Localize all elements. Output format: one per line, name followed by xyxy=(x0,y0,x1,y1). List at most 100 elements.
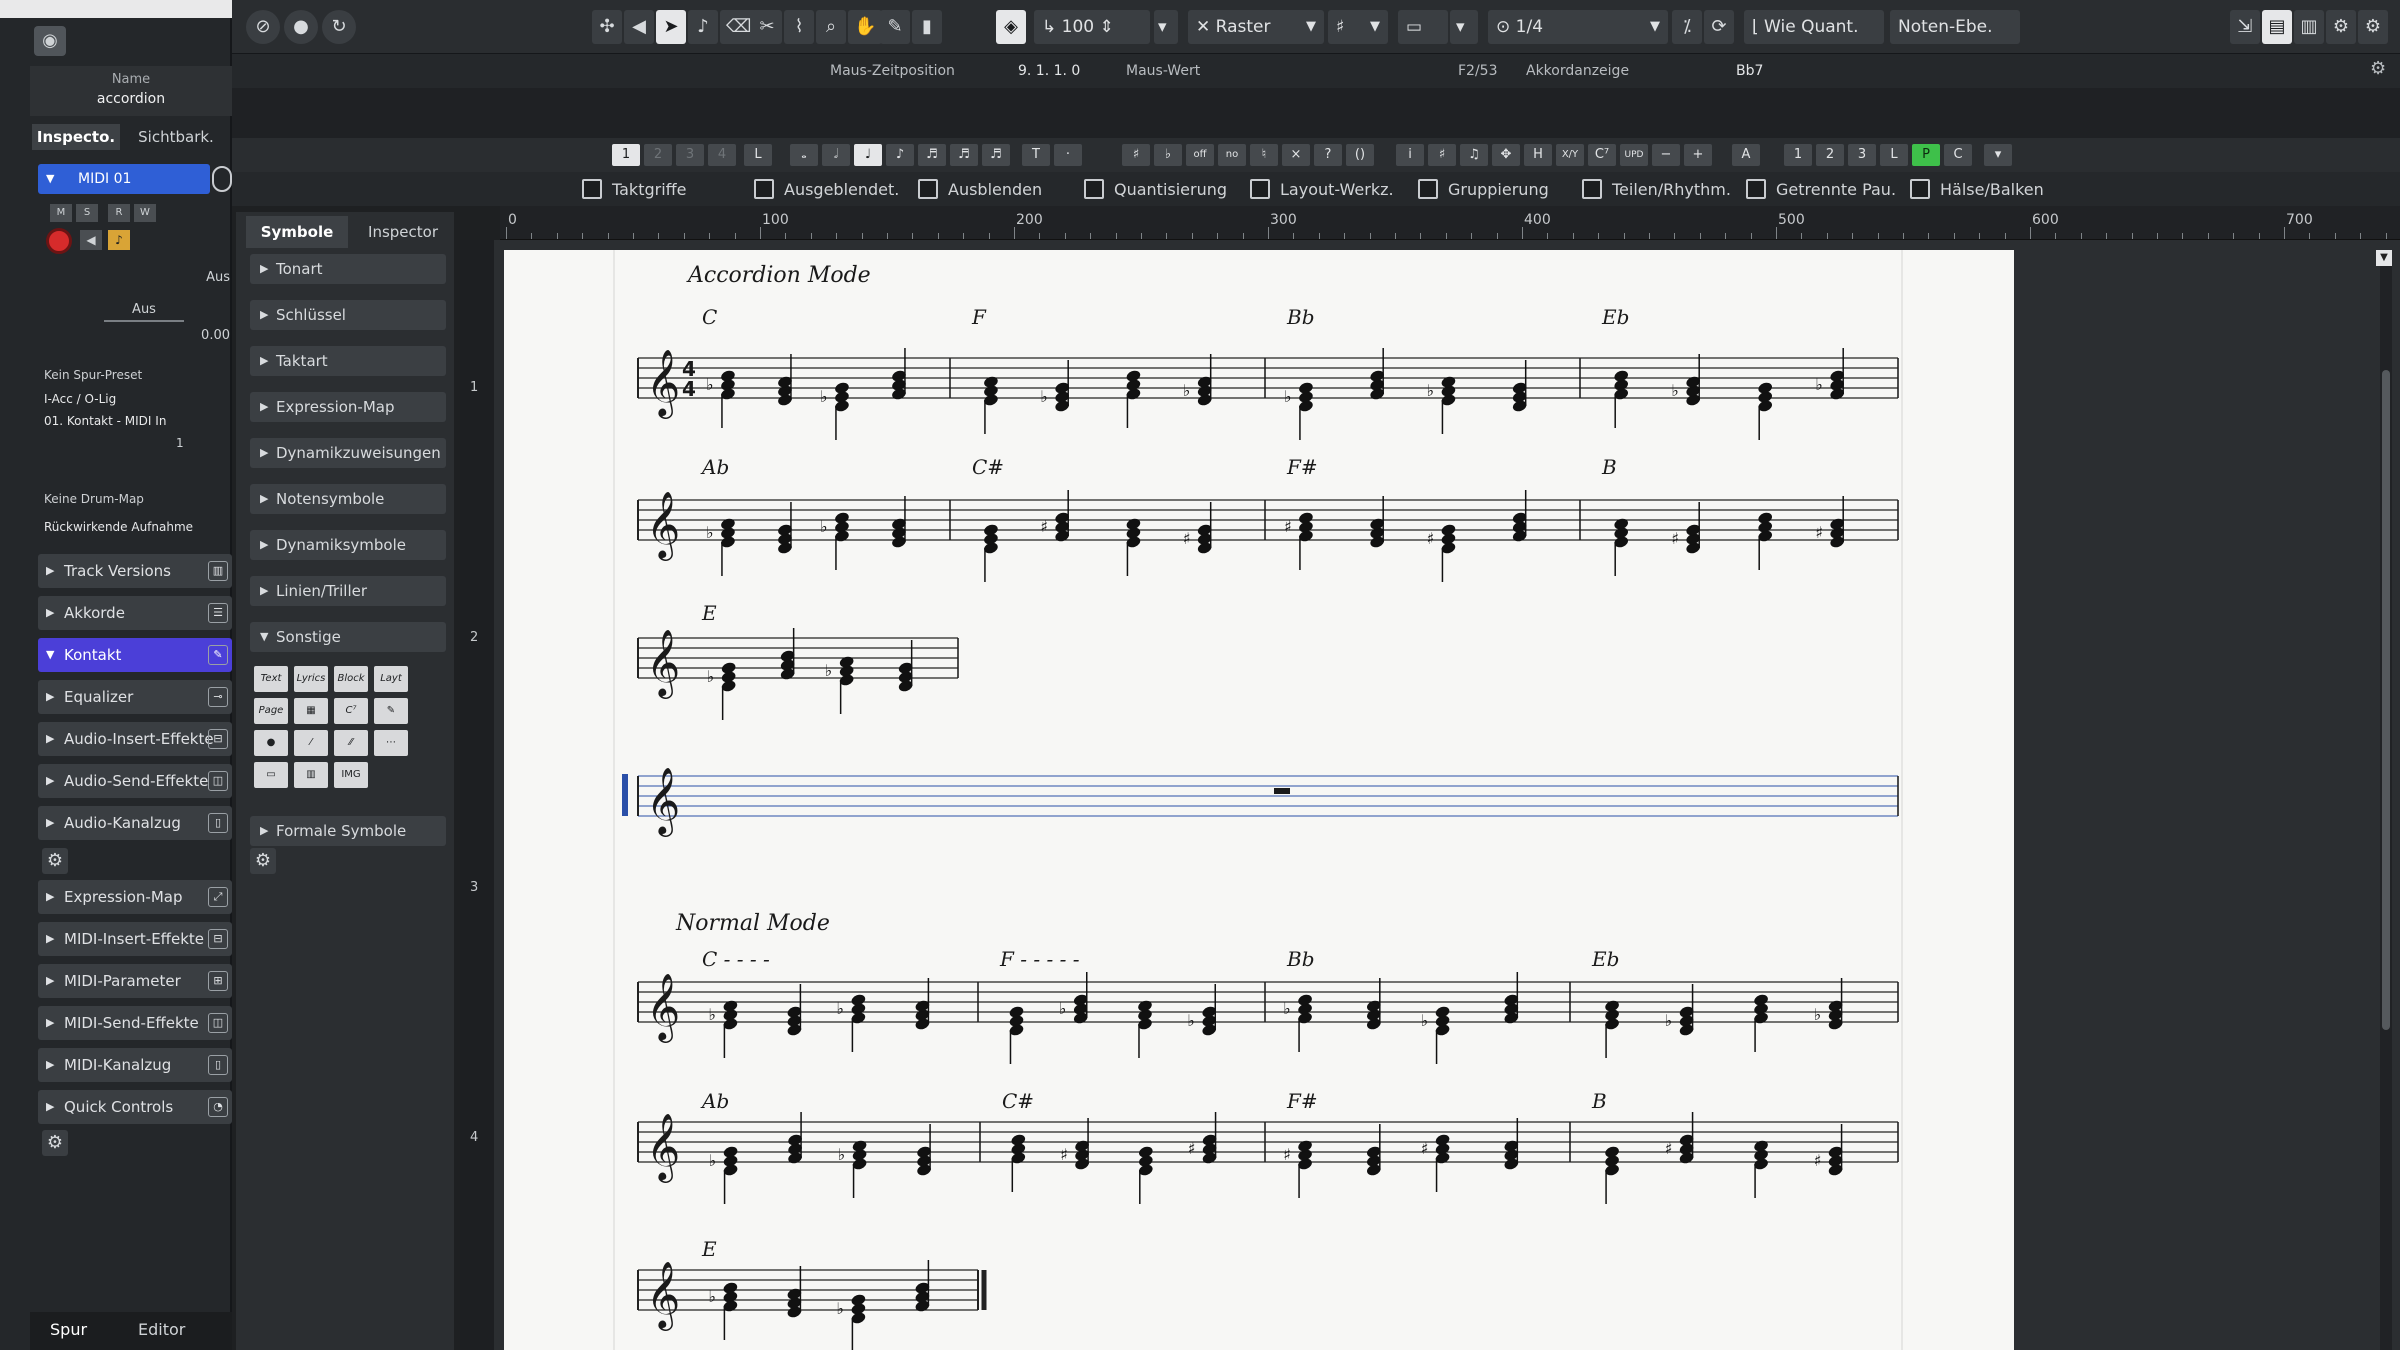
chord-symbol[interactable]: E xyxy=(701,601,717,625)
acoustic-feedback-icon[interactable]: ◀ xyxy=(624,10,654,44)
group-icon[interactable]: ♫ xyxy=(1460,144,1488,166)
page-voice-3[interactable]: 3 xyxy=(1848,144,1876,166)
edit-icon[interactable] xyxy=(212,166,232,192)
quick-controls-gear[interactable]: ⚙ xyxy=(42,1130,68,1156)
chord-note[interactable]: ♭ xyxy=(825,655,855,714)
filter-layout-werkz-[interactable]: Layout-Werkz. xyxy=(1250,179,1394,199)
chord-note[interactable]: ♭ xyxy=(1183,354,1213,407)
expand-icon[interactable]: ▶ xyxy=(46,1048,54,1082)
symbol-section-sonstige[interactable]: ▼ Sonstige xyxy=(250,622,446,652)
voice-2-button[interactable]: 2 xyxy=(644,144,672,166)
chord-note[interactable] xyxy=(1613,517,1630,576)
inspector-settings-gear[interactable]: ⚙ xyxy=(42,848,68,874)
expand-icon[interactable]: ▶ xyxy=(46,880,54,914)
display-menu[interactable]: ▾ xyxy=(1450,10,1478,44)
expand-icon[interactable]: ▶ xyxy=(260,530,268,560)
staff-system-2[interactable]: 𝄞 Ab C# F# B ♭ ♭ ♯ ♯ ♯ ♯ ♯ ♯ xyxy=(637,455,1899,582)
hide-icon[interactable]: H xyxy=(1524,144,1552,166)
expand-icon[interactable]: ▶ xyxy=(46,964,54,998)
filter-checkbox[interactable] xyxy=(1418,179,1438,199)
quantize-settings-icon[interactable]: ⁒ xyxy=(1672,10,1702,44)
chord-symbol[interactable]: Bb xyxy=(1286,947,1315,971)
filter-checkbox[interactable] xyxy=(754,179,774,199)
chord-note[interactable] xyxy=(891,496,908,549)
staff-system-1[interactable]: 𝄞 44C F Bb Eb♭♭ ♭ ♭ ♭ ♭ ♭ ♭ xyxy=(637,305,1899,440)
expand-icon[interactable]: ▶ xyxy=(260,300,268,330)
chord-note[interactable]: ♯ xyxy=(1283,1139,1313,1198)
solo-button[interactable]: S xyxy=(76,204,98,222)
expand-icon[interactable]: ▶ xyxy=(260,392,268,422)
expand-icon[interactable]: ▶ xyxy=(260,484,268,514)
right-zone-icon[interactable]: ▥ xyxy=(2294,10,2324,44)
chord-symbol[interactable]: Eb xyxy=(1591,947,1619,971)
other-symbol-icon-2[interactable]: ⁄⁄ xyxy=(334,730,368,756)
window-zone-icon[interactable]: ⇲ xyxy=(2230,10,2260,44)
flat-icon[interactable]: ♭ xyxy=(1154,144,1182,166)
other-symbol-icon-6[interactable]: IMG xyxy=(334,762,368,788)
inspector-section-quick-controls[interactable]: ▶ Quick Controls ◔ xyxy=(38,1090,232,1124)
info-gear-icon[interactable]: ⚙ xyxy=(2370,58,2386,79)
inspector-section-audio-send-effekte[interactable]: ▶ Audio-Send-Effekte ◫ xyxy=(38,764,232,798)
filter-taktgriffe[interactable]: Taktgriffe xyxy=(582,179,687,199)
double-sharp-icon[interactable]: × xyxy=(1282,144,1310,166)
other-symbol-icon-0[interactable]: ● xyxy=(254,730,288,756)
chord-symbol[interactable]: C - - - - xyxy=(702,947,770,971)
chord-note[interactable] xyxy=(1137,999,1154,1058)
page-voice-1[interactable]: 1 xyxy=(1784,144,1812,166)
write-button[interactable]: W xyxy=(134,204,156,222)
setup-layout-icon[interactable]: ⚙ xyxy=(2326,10,2356,44)
symbol-section-tonart[interactable]: ▶ Tonart xyxy=(250,254,446,284)
upd-icon[interactable]: UPD xyxy=(1620,144,1648,166)
voice-4-button[interactable]: 4 xyxy=(708,144,736,166)
chord-symbol[interactable]: Ab xyxy=(700,1089,729,1113)
other-symbol-icon-1[interactable]: ⁄ xyxy=(294,730,328,756)
lock-icon[interactable]: ♪ xyxy=(108,230,130,250)
staff-system-5[interactable]: 𝄞 C - - - - F - - - - - Bb Eb ♭ ♭ ♭ ♭ ♭ ♭ ♭ ♭ xyxy=(637,947,1899,1064)
toolbar-gear-icon[interactable]: ⚙ xyxy=(2358,10,2388,44)
sharp-icon[interactable]: ♯ xyxy=(1122,144,1150,166)
chord-note[interactable]: ♭ xyxy=(1421,1005,1451,1064)
chord-note[interactable]: ♭ xyxy=(1815,348,1845,401)
glue-tool-icon[interactable]: ⌇ xyxy=(784,10,814,44)
chord-note[interactable] xyxy=(1008,1005,1025,1064)
other-symbol-7[interactable]: ✎ xyxy=(374,698,408,724)
chord-note[interactable] xyxy=(1604,999,1621,1058)
other-symbol-1[interactable]: Lyrics xyxy=(294,666,328,692)
chord-note[interactable] xyxy=(891,348,908,401)
insert-note-tool-icon[interactable]: ♪ xyxy=(688,10,718,44)
inspector-section-audio-insert-effekte[interactable]: ▶ Audio-Insert-Effekte ⊟ xyxy=(38,722,232,756)
chord-symbol-icon[interactable]: C⁷ xyxy=(1588,144,1616,166)
chord-note[interactable]: ♯ xyxy=(1426,523,1456,582)
whole-note-icon[interactable]: 𝅝 xyxy=(790,144,818,166)
score-page[interactable]: Accordion Mode Normal Mode 𝄞 4 4 C F Bb Eb ♭ ♭ ♭ ♭… xyxy=(504,250,2014,1350)
enharmonic-icon[interactable]: ♯ xyxy=(1428,144,1456,166)
velocity-dropdown[interactable]: ↳ 100 ⇕ xyxy=(1034,10,1150,44)
filter-checkbox[interactable] xyxy=(918,179,938,199)
position-ruler[interactable]: 0 100 200 300 400 500 600 700 xyxy=(500,206,2400,240)
chord-note[interactable] xyxy=(1369,348,1386,401)
chord-note[interactable]: ♭ xyxy=(1814,978,1844,1031)
expand-icon[interactable]: ▶ xyxy=(46,1090,54,1124)
expand-icon[interactable]: ▶ xyxy=(46,764,54,798)
input-routing[interactable]: I-Acc / O-Lig xyxy=(44,392,116,406)
natural-icon[interactable]: ♮ xyxy=(1250,144,1278,166)
chord-note[interactable]: ♭ xyxy=(836,1293,866,1350)
chord-note[interactable]: ♭ xyxy=(1284,381,1314,440)
track-preset[interactable]: Kein Spur-Preset xyxy=(44,368,142,382)
record-icon[interactable]: ● xyxy=(284,10,318,44)
filter-teilen-rhythm-[interactable]: Teilen/Rhythm. xyxy=(1582,179,1731,199)
chord-note[interactable]: ♭ xyxy=(708,999,738,1058)
track-header[interactable]: ▼ MIDI 01 xyxy=(38,164,210,194)
chord-symbol[interactable]: B xyxy=(1591,1089,1607,1113)
tab-track[interactable]: Spur xyxy=(50,1320,87,1339)
tab-symbols[interactable]: Symbole xyxy=(246,216,348,248)
zoom-tool-icon[interactable]: ⌕ xyxy=(816,10,846,44)
chord-symbol[interactable]: E xyxy=(701,1237,717,1261)
chord-note[interactable] xyxy=(914,1260,931,1313)
velocity-menu[interactable]: ▾ xyxy=(1154,10,1178,44)
pan-slider[interactable] xyxy=(104,320,184,322)
tab-inspector[interactable]: Inspecto. xyxy=(32,124,120,150)
layout-tool-icon[interactable]: ▮ xyxy=(912,10,942,44)
chord-note[interactable]: ♭ xyxy=(838,1139,868,1198)
chord-note[interactable]: ♭ xyxy=(709,1145,739,1204)
